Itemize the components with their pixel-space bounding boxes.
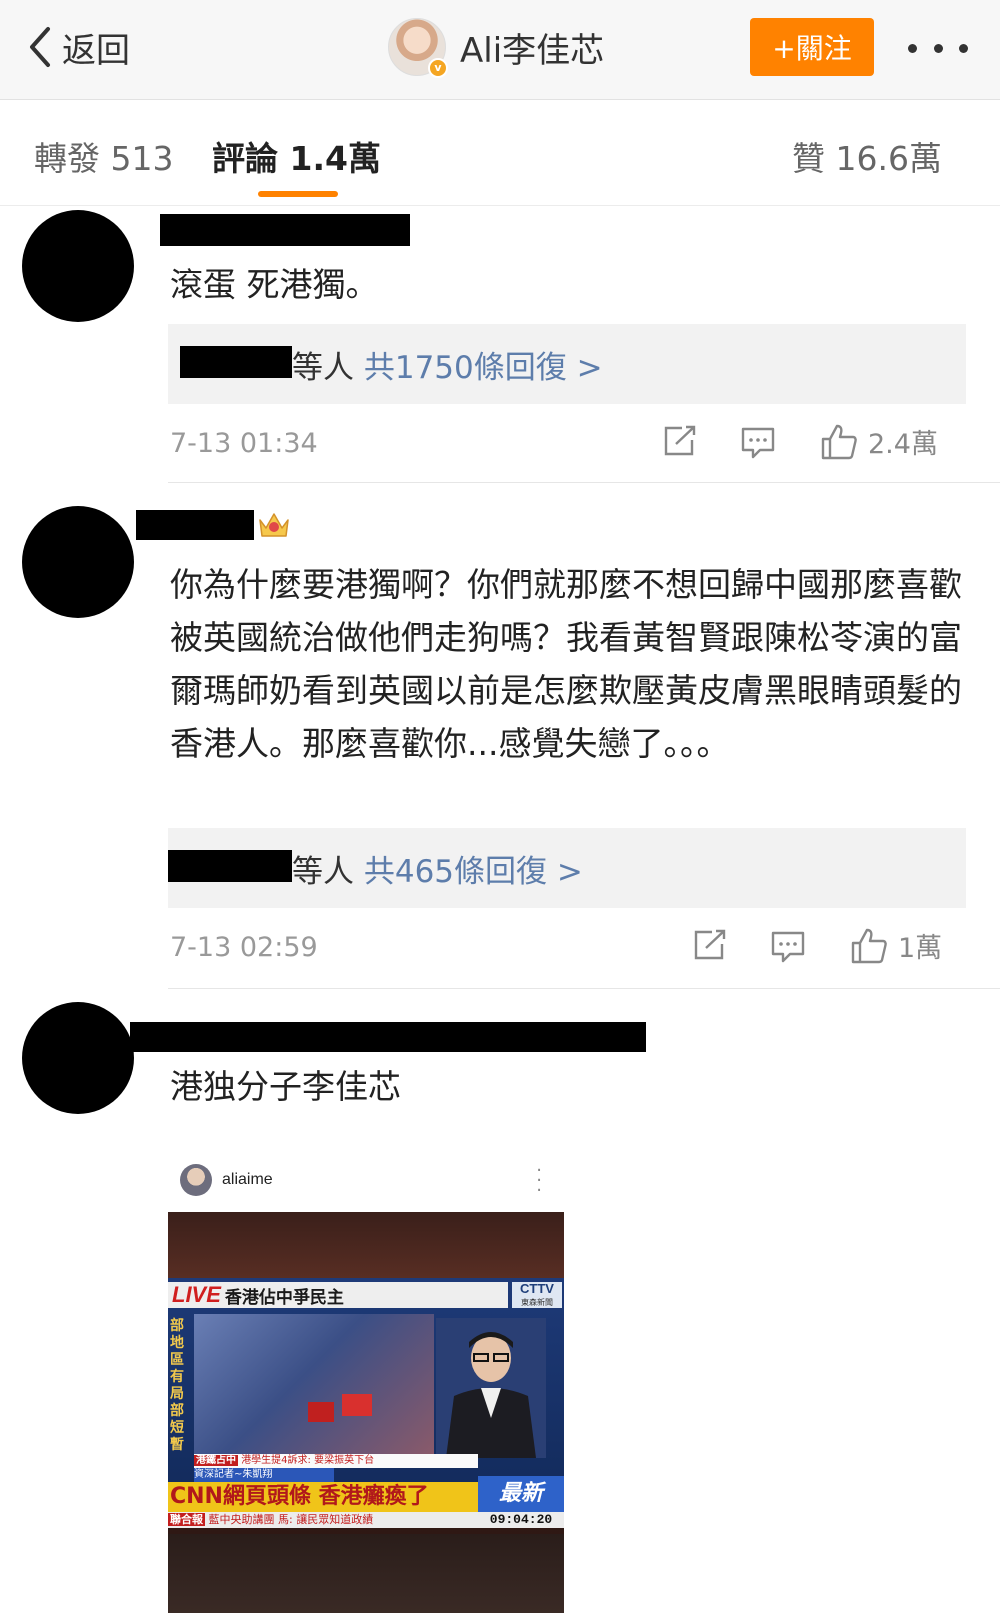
- follow-button[interactable]: +關注: [750, 18, 874, 76]
- divider: [168, 482, 1000, 483]
- ig-post-header: aliaime · · ·: [168, 1152, 564, 1208]
- news-anchor-figure: [436, 1318, 546, 1458]
- comment-item: 你為什麼要港獨啊？你們就那麼不想回歸中國那麼喜歡被英國統治做他們走狗嗎？我看黃智…: [0, 496, 1000, 996]
- commenter-avatar[interactable]: [22, 1002, 134, 1114]
- reply-summary[interactable]: 等人 共465條回復 >: [168, 828, 966, 908]
- reply-count-link[interactable]: 共1750條回復 >: [364, 350, 603, 386]
- ig-more-icon: · · ·: [536, 1160, 542, 1201]
- user-name[interactable]: Ali李佳芯: [460, 23, 604, 72]
- redacted-reply-user: [180, 346, 292, 378]
- tv-photo: LIVE 香港佔中爭民主 CTTV 東森新聞 部地區有局部短暫 港鐵占中 港學生提…: [168, 1212, 564, 1613]
- ig-avatar: [180, 1164, 212, 1196]
- like-count: 2.4萬: [868, 429, 938, 460]
- like-button[interactable]: 1萬: [850, 926, 942, 965]
- commenter-avatar[interactable]: [22, 210, 134, 322]
- ig-username: aliaime: [222, 1171, 273, 1188]
- commenter-avatar[interactable]: [22, 506, 134, 618]
- more-dot: [959, 43, 968, 53]
- vertical-ticker: 部地區有局部短暫: [170, 1318, 184, 1453]
- news-ticker: 港鐵占中 港學生提4訴求: 要梁振英下台: [194, 1454, 478, 1468]
- active-tab-indicator: [258, 191, 338, 197]
- repost-icon[interactable]: [692, 928, 728, 962]
- back-button[interactable]: 返回: [26, 22, 130, 72]
- comment-icon[interactable]: [740, 426, 776, 460]
- comment-item: 滾蛋 死港獨。 等人 共1750條回復 > 7-13 01:34 2.4萬: [0, 206, 1000, 496]
- reporter-ticker: 資深記者~朱凱翔: [194, 1468, 334, 1482]
- crown-badge-icon: [259, 513, 289, 537]
- news-headline: CNN網頁頭條 香港癱瘓了: [168, 1482, 478, 1512]
- comment-time: 7-13 02:59: [170, 932, 318, 963]
- flag-shape: [342, 1394, 372, 1416]
- embedded-image[interactable]: aliaime · · · LIVE 香港佔中爭民主 CTTV 東森新聞 部地區有局部…: [168, 1152, 564, 1613]
- divider: [168, 988, 1000, 989]
- reply-suffix: 等人: [292, 350, 354, 386]
- live-label: LIVE: [172, 1282, 221, 1307]
- tab-comments[interactable]: 評論 1.4萬: [212, 132, 381, 180]
- verified-badge-icon: v: [428, 58, 448, 78]
- channel-logo: CTTV 東森新聞: [512, 1282, 562, 1308]
- more-dots-icon[interactable]: [908, 30, 968, 66]
- tv-screen: LIVE 香港佔中爭民主 CTTV 東森新聞 部地區有局部短暫 港鐵占中 港學生提…: [168, 1278, 564, 1528]
- tv-stand: [168, 1534, 564, 1613]
- live-bar: LIVE 香港佔中爭民主: [168, 1282, 508, 1308]
- redacted-username: [130, 1022, 646, 1052]
- thumbs-up-icon: [851, 928, 887, 963]
- bottom-ticker: 聯合報 藍中央助講團 馬: 讓民眾知道政績: [168, 1512, 478, 1528]
- flag-shape: [308, 1402, 334, 1422]
- like-button[interactable]: 2.4萬: [820, 422, 938, 461]
- tab-likes[interactable]: 贊 16.6萬: [792, 132, 942, 180]
- comment-text: 港独分子李佳芯: [170, 1067, 401, 1106]
- reply-suffix: 等人: [292, 854, 354, 890]
- top-bar: 返回 v Ali李佳芯 +關注: [0, 0, 1000, 100]
- comment-text: 滾蛋 死港獨。: [170, 265, 379, 304]
- tv-clock: 09:04:20: [478, 1512, 564, 1528]
- redacted-reply-user: [168, 850, 292, 882]
- avatar[interactable]: v: [388, 18, 448, 78]
- thumbs-up-icon: [821, 424, 857, 459]
- tab-bar: 轉發 513 評論 1.4萬 贊 16.6萬: [0, 100, 1000, 206]
- comment-icon[interactable]: [770, 930, 806, 964]
- reply-summary[interactable]: 等人 共1750條回復 >: [168, 324, 966, 404]
- reply-count-link[interactable]: 共465條回復 >: [364, 854, 583, 890]
- repost-icon[interactable]: [662, 424, 698, 458]
- profile-header[interactable]: v Ali李佳芯: [388, 18, 604, 78]
- newest-badge: 最新: [478, 1476, 564, 1512]
- more-dot: [933, 43, 943, 53]
- redacted-username: [160, 214, 410, 246]
- news-footage: [194, 1314, 434, 1454]
- more-dot: [908, 43, 917, 53]
- redacted-username: [136, 510, 254, 540]
- tab-reposts[interactable]: 轉發 513: [34, 132, 173, 180]
- comment-text: 你為什麼要港獨啊？你們就那麼不想回歸中國那麼喜歡被英國統治做他們走狗嗎？我看黃智…: [170, 565, 962, 763]
- back-label: 返回: [62, 30, 130, 71]
- chevron-left-icon: [30, 27, 50, 67]
- like-count: 1萬: [898, 933, 943, 964]
- comment-time: 7-13 01:34: [170, 428, 318, 459]
- live-title: 香港佔中爭民主: [224, 1287, 344, 1308]
